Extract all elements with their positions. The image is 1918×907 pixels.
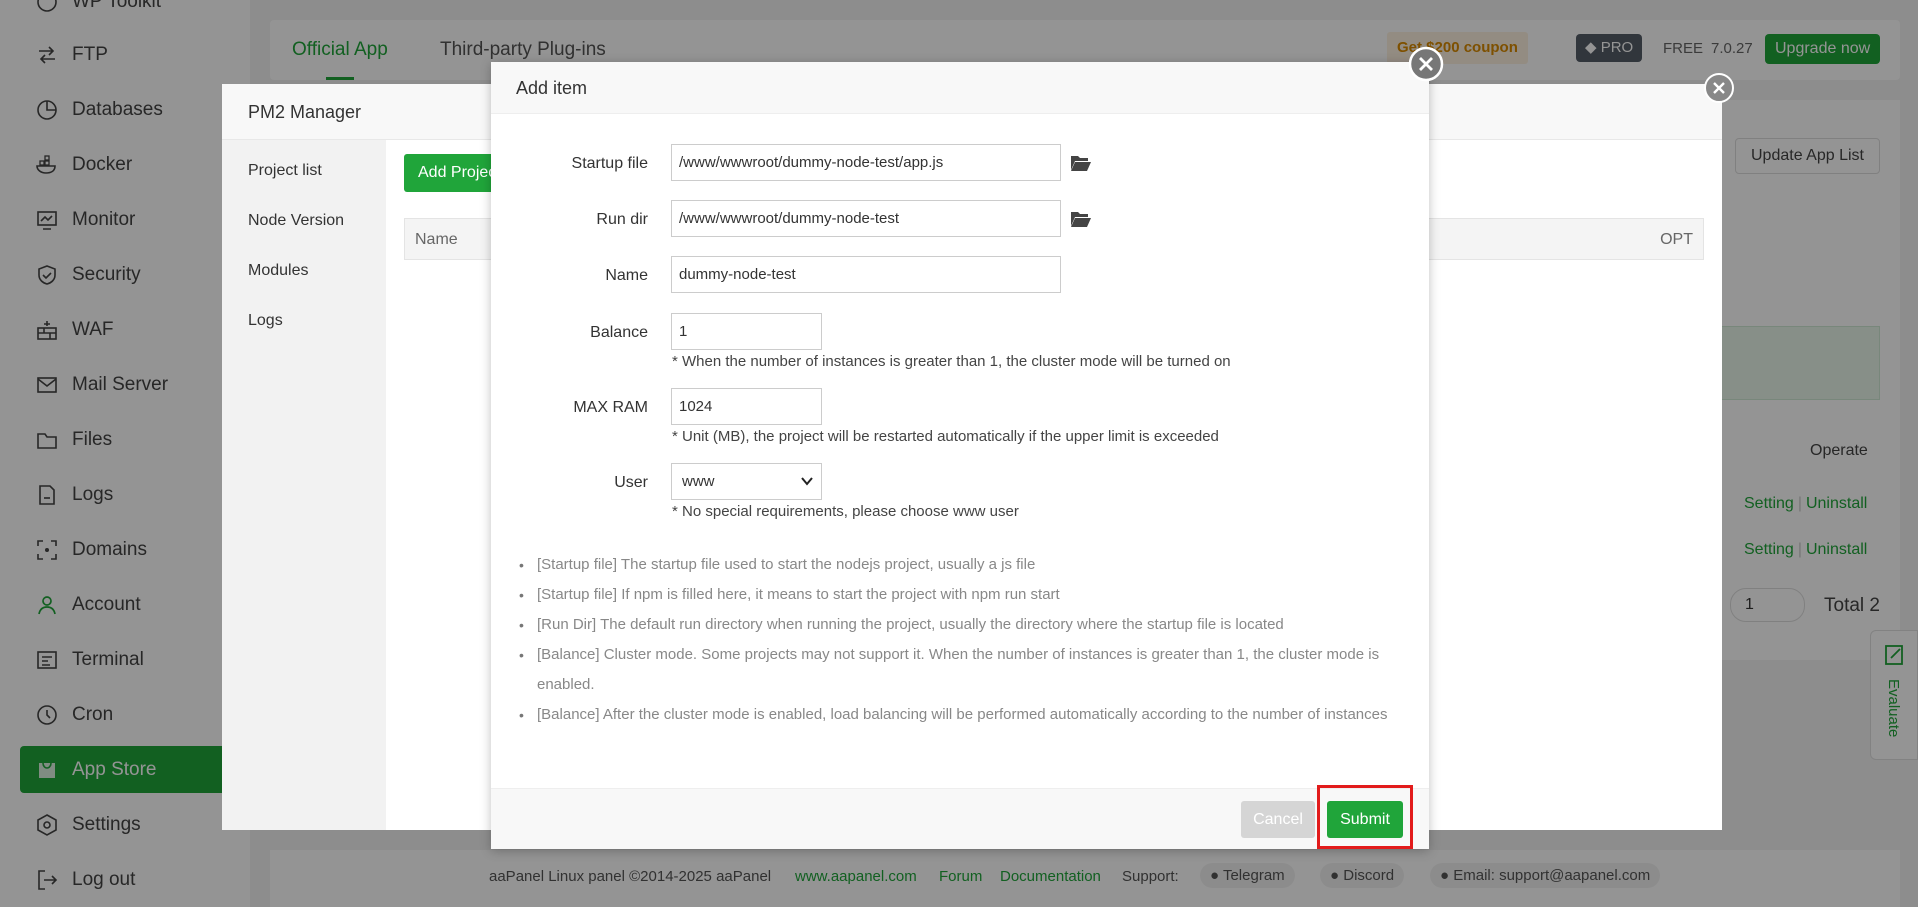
note-item: [Balance] Cluster mode. Some projects ma… (516, 640, 1396, 700)
startup-file-label: Startup file (571, 155, 648, 172)
max-ram-input[interactable]: 1024 (671, 388, 822, 425)
pm2-nav-logs[interactable]: Logs (248, 312, 283, 330)
max-ram-label: MAX RAM (573, 399, 648, 416)
pm2-nav-project-list[interactable]: Project list (248, 162, 322, 180)
modal-close-icon[interactable] (1408, 46, 1444, 82)
submit-highlight-box (1317, 785, 1413, 849)
pm2-nav-node-version[interactable]: Node Version (248, 212, 344, 230)
name-label: Name (605, 267, 648, 284)
name-input[interactable]: dummy-node-test (671, 256, 1061, 293)
cancel-button[interactable]: Cancel (1241, 801, 1315, 838)
pm2-nav-modules[interactable]: Modules (248, 262, 308, 280)
max-ram-hint: * Unit (MB), the project will be restart… (672, 428, 1219, 445)
note-item: [Run Dir] The default run directory when… (516, 610, 1396, 640)
run-dir-input[interactable]: /www/wwwroot/dummy-node-test (671, 200, 1061, 237)
folder-open-icon[interactable] (1070, 210, 1092, 228)
note-item: [Startup file] The startup file used to … (516, 550, 1396, 580)
balance-input[interactable]: 1 (671, 313, 822, 350)
user-select[interactable]: www (671, 463, 822, 500)
modal-footer: Cancel Submit (491, 788, 1429, 849)
note-item: [Startup file] If npm is filled here, it… (516, 580, 1396, 610)
note-item: [Balance] After the cluster mode is enab… (516, 700, 1396, 730)
startup-file-input[interactable]: /www/wwwroot/dummy-node-test/app.js (671, 144, 1061, 181)
col-opt: OPT (1660, 231, 1693, 248)
balance-label: Balance (590, 324, 648, 341)
pm2-nav: Project list Node Version Modules Logs (222, 140, 386, 830)
run-dir-label: Run dir (596, 211, 648, 228)
user-select-value: www (682, 473, 715, 490)
col-name: Name (415, 231, 458, 248)
balance-hint: * When the number of instances is greate… (672, 353, 1231, 370)
chevron-down-icon (801, 477, 813, 486)
modal-title: Add item (491, 62, 1429, 114)
user-label: User (614, 474, 648, 491)
user-hint: * No special requirements, please choose… (672, 503, 1019, 520)
help-notes: [Startup file] The startup file used to … (516, 550, 1396, 730)
add-item-modal: Add item Startup file /www/wwwroot/dummy… (491, 62, 1429, 849)
pm2-close-icon[interactable] (1703, 72, 1735, 104)
folder-open-icon[interactable] (1070, 154, 1092, 172)
